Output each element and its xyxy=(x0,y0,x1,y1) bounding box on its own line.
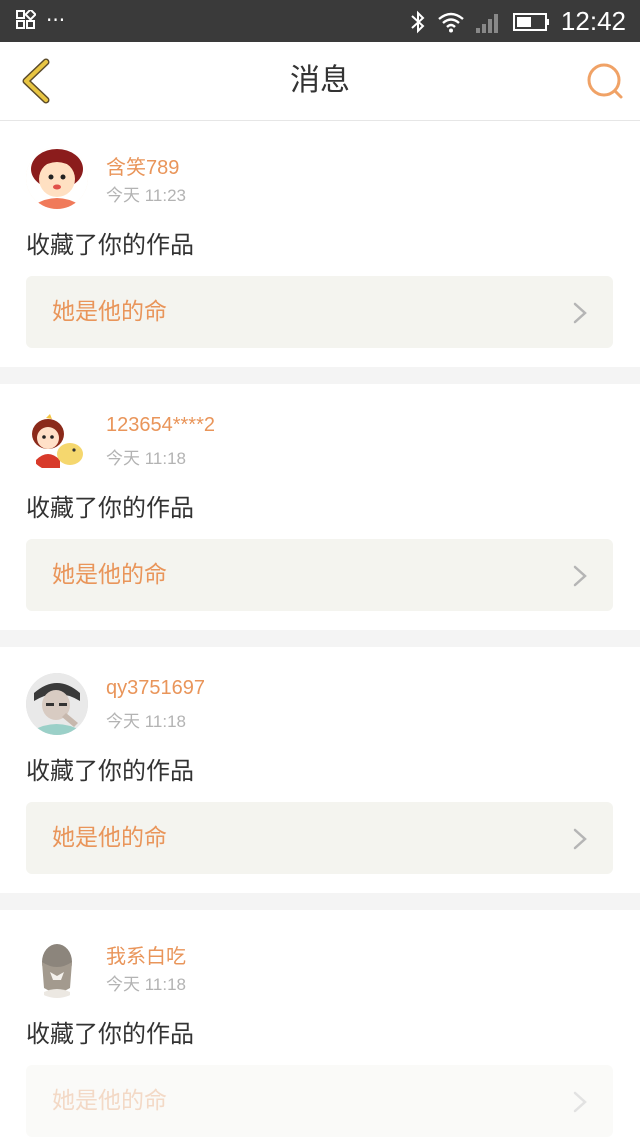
top-nav-bar: 消息 xyxy=(0,42,640,121)
status-time: 12:42 xyxy=(560,6,626,36)
more-notifications-indicator: ··· xyxy=(46,8,66,32)
message-action: 收藏了你的作品 xyxy=(26,231,194,259)
work-link[interactable]: 她是他的命 xyxy=(26,276,613,348)
battery-icon xyxy=(512,12,549,31)
message-action: 收藏了你的作品 xyxy=(26,494,194,522)
user-avatar[interactable] xyxy=(26,410,88,472)
message-card: 123654****2 今天 11:18 收藏了你的作品 她是他的命 xyxy=(0,384,640,630)
message-time: 今天 11:18 xyxy=(106,449,187,468)
page-title: 消息 xyxy=(290,63,350,98)
work-link[interactable]: 她是他的命 xyxy=(26,539,613,611)
search-icon xyxy=(587,63,623,99)
cellular-signal-icon xyxy=(475,13,498,33)
user-name[interactable]: 含笑789 xyxy=(106,151,179,180)
user-avatar[interactable] xyxy=(26,673,88,735)
message-card: qy3751697 今天 11:18 收藏了你的作品 她是他的命 xyxy=(0,647,640,893)
bluetooth-icon xyxy=(411,10,425,33)
boy-photo-avatar-icon xyxy=(26,673,88,735)
user-name[interactable]: qy3751697 xyxy=(106,677,205,700)
work-title: 她是他的命 xyxy=(52,299,167,325)
chevron-right-icon xyxy=(573,828,587,850)
girl-sketch-avatar-icon xyxy=(26,936,88,998)
user-name[interactable]: 123654****2 xyxy=(106,414,215,437)
message-card: 我系白吃 今天 11:18 收藏了你的作品 她是他的命 xyxy=(0,910,640,1138)
user-avatar[interactable] xyxy=(26,147,88,209)
chevron-right-icon xyxy=(573,302,587,324)
chevron-right-icon xyxy=(573,565,587,587)
message-action: 收藏了你的作品 xyxy=(26,1020,194,1048)
message-card: 含笑789 今天 11:23 收藏了你的作品 她是他的命 xyxy=(0,121,640,367)
chevron-right-icon xyxy=(573,1091,587,1113)
status-bar: ··· 12:42 xyxy=(0,0,640,42)
app-grid-icon xyxy=(16,10,36,29)
user-avatar[interactable] xyxy=(26,936,88,998)
work-link[interactable]: 她是他的命 xyxy=(26,802,613,874)
work-title: 她是他的命 xyxy=(52,562,167,588)
message-action: 收藏了你的作品 xyxy=(26,757,194,785)
message-time: 今天 11:18 xyxy=(106,712,187,731)
search-button[interactable] xyxy=(584,60,626,102)
message-time: 今天 11:18 xyxy=(106,975,187,994)
work-title: 她是他的命 xyxy=(52,825,167,851)
wifi-icon xyxy=(438,12,464,32)
work-title: 她是他的命 xyxy=(52,1088,167,1114)
work-link[interactable]: 她是他的命 xyxy=(26,1065,613,1137)
user-name[interactable]: 我系白吃 xyxy=(106,940,186,969)
message-time: 今天 11:23 xyxy=(106,186,187,205)
cartoon-girl-red-hair-avatar-icon xyxy=(26,147,88,209)
cartoon-girl-with-duck-avatar-icon xyxy=(26,410,88,472)
